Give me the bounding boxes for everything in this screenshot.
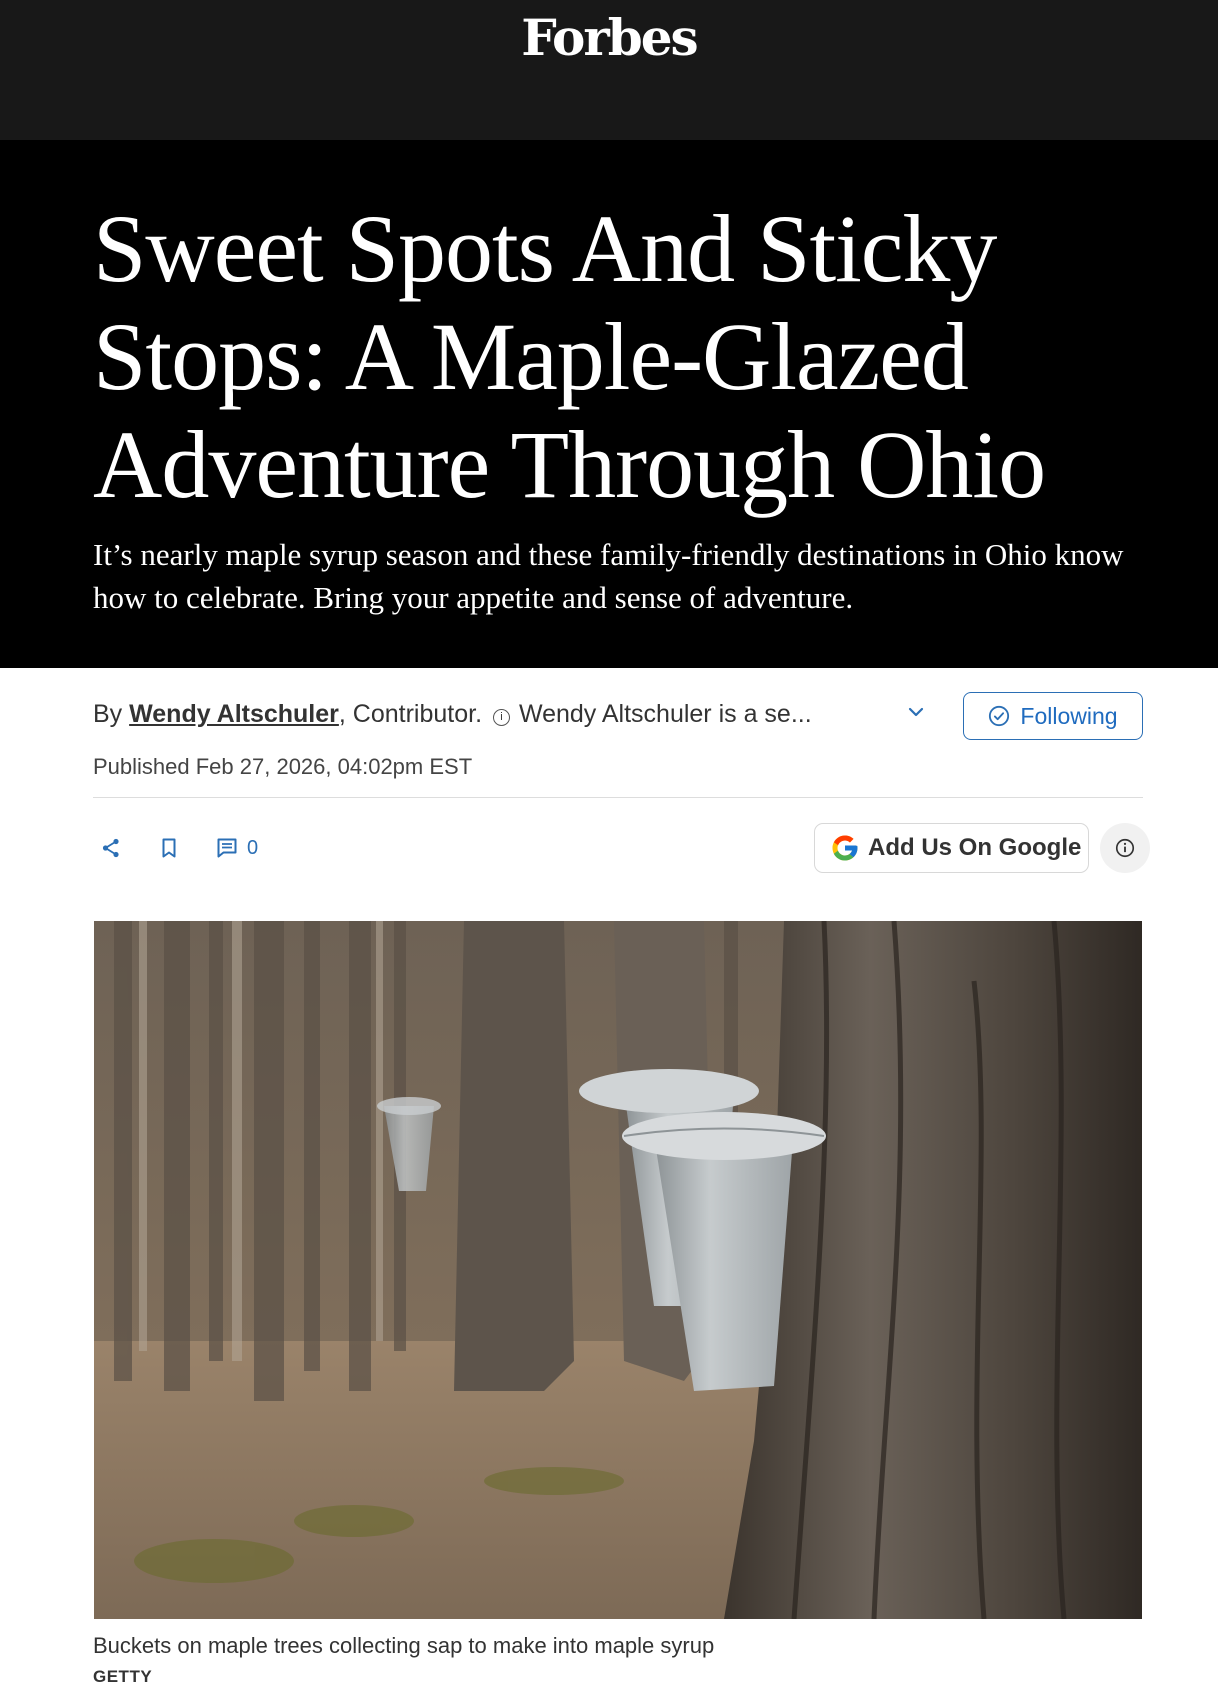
site-header: Forbes: [0, 0, 1218, 140]
divider: [93, 797, 1143, 798]
byline: By Wendy Altschuler, Contributor. i Wend…: [93, 700, 923, 729]
comments-button[interactable]: [209, 830, 245, 866]
following-button[interactable]: Following: [963, 692, 1143, 740]
info-icon: i: [492, 709, 510, 726]
google-g-icon: [832, 835, 858, 861]
author-role: , Contributor.: [338, 700, 483, 728]
comment-icon: [217, 838, 237, 858]
article-actions: 0: [93, 830, 258, 866]
comment-count[interactable]: 0: [247, 837, 258, 860]
following-label: Following: [1020, 702, 1118, 729]
article-dek: It’s nearly maple syrup season and these…: [93, 537, 1124, 615]
article-hero: Sweet Spots And Sticky Stops: A Maple-Gl…: [0, 140, 1218, 668]
image-credit: GETTY: [93, 1667, 153, 1686]
author-bio-snippet: Wendy Altschuler is a se...: [518, 700, 812, 728]
check-circle-icon: [989, 705, 1010, 727]
published-date: Published Feb 27, 2026, 04:02pm EST: [93, 754, 473, 779]
share-icon: [102, 838, 119, 858]
share-button[interactable]: [93, 830, 129, 866]
byline-prefix: By: [93, 700, 130, 728]
bookmark-icon: [162, 838, 176, 858]
image-caption: Buckets on maple trees collecting sap to…: [93, 1633, 715, 1658]
article-title: Sweet Spots And Sticky Stops: A Maple-Gl…: [93, 195, 1046, 518]
chevron-down-icon[interactable]: [904, 700, 928, 724]
author-link[interactable]: Wendy Altschuler: [129, 700, 339, 728]
forbes-logo[interactable]: Forbes: [0, 8, 1218, 67]
google-button-label: Add Us On Google: [868, 834, 1082, 861]
info-button[interactable]: [1100, 823, 1150, 873]
info-icon: [1115, 838, 1135, 858]
article-image: [94, 921, 1142, 1619]
add-us-on-google-button[interactable]: Add Us On Google: [814, 823, 1089, 873]
maple-buckets-photo: [94, 921, 1142, 1619]
bookmark-button[interactable]: [151, 830, 187, 866]
